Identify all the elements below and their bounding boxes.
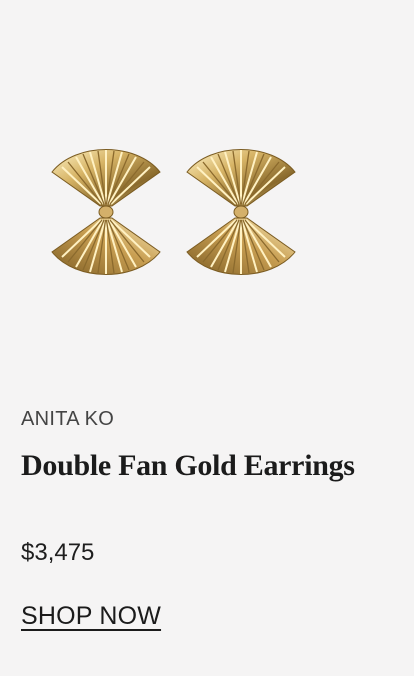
right-earring — [186, 149, 296, 275]
product-price: $3,475 — [21, 539, 95, 566]
product-card[interactable]: ANITA KO Double Fan Gold Earrings $3,475… — [0, 0, 414, 676]
product-title[interactable]: Double Fan Gold Earrings — [21, 446, 381, 486]
gold-fan-earrings-image — [51, 149, 296, 275]
left-earring — [51, 149, 161, 275]
product-image[interactable] — [0, 0, 414, 380]
shop-now-link[interactable]: SHOP NOW — [21, 601, 161, 631]
brand-name[interactable]: ANITA KO — [21, 406, 114, 432]
